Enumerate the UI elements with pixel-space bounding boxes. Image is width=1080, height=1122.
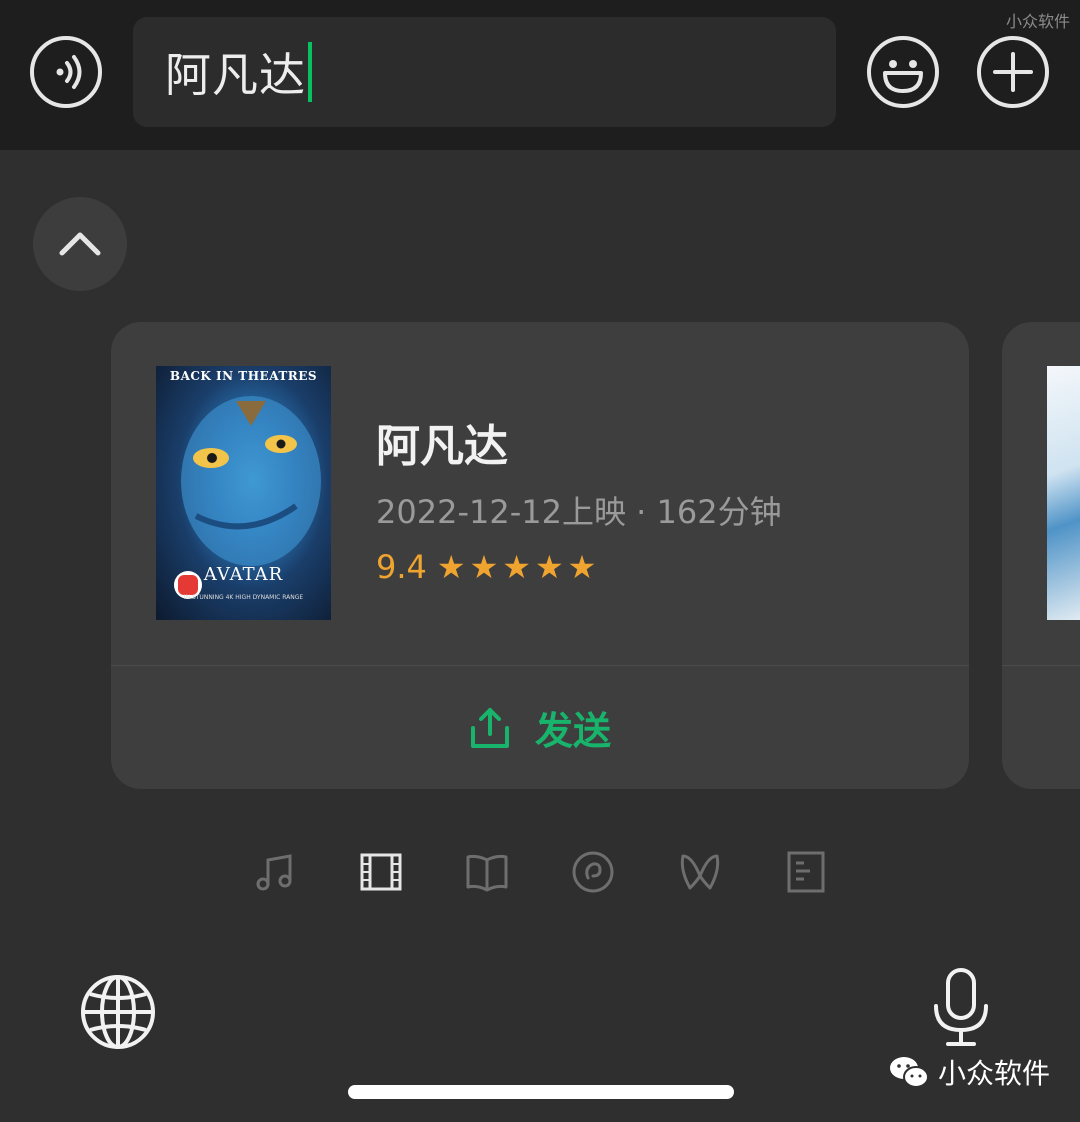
movie-poster: BACK IN THEATRES AVATAR IN STUNNING 4K H… xyxy=(156,366,331,620)
voice-wave-icon xyxy=(30,36,102,108)
tab-movie[interactable] xyxy=(357,848,405,896)
tab-podcast[interactable] xyxy=(569,848,617,896)
emoji-button[interactable] xyxy=(866,35,940,109)
home-indicator[interactable] xyxy=(348,1085,734,1099)
tab-channels[interactable] xyxy=(676,848,724,896)
chevron-up-icon xyxy=(59,232,101,256)
send-label: 发送 xyxy=(534,709,611,753)
wechat-logo-icon xyxy=(890,1057,929,1088)
rating-stars: ★★★★★ xyxy=(436,548,601,586)
message-input[interactable]: 阿凡达 xyxy=(133,17,836,127)
category-tabs xyxy=(250,848,830,898)
watermark-top: 小众软件 xyxy=(1005,12,1070,31)
watermark-bottom-text: 小众软件 xyxy=(938,1057,1051,1090)
microphone-icon xyxy=(934,968,988,1046)
music-note-icon xyxy=(256,854,292,891)
tab-music[interactable] xyxy=(250,848,298,896)
rating-score: 9.4 xyxy=(376,548,427,586)
share-upload-icon xyxy=(470,707,509,748)
input-bar: 阿凡达 小众软件 xyxy=(0,0,1080,150)
send-button[interactable]: 发送 xyxy=(111,666,969,789)
butterfly-icon xyxy=(680,854,720,890)
plus-icon xyxy=(977,36,1049,108)
collapse-button[interactable] xyxy=(33,197,127,291)
next-card-divider xyxy=(1002,665,1080,666)
tab-book[interactable] xyxy=(463,848,511,896)
tab-article[interactable] xyxy=(782,848,830,896)
emoji-face-icon xyxy=(867,36,939,108)
dictation-button[interactable] xyxy=(924,966,998,1050)
input-text: 阿凡达 xyxy=(165,48,306,102)
next-card-poster xyxy=(1047,366,1080,620)
watermark-bottom: 小众软件 xyxy=(888,1052,1050,1092)
document-icon xyxy=(787,851,825,893)
rating: 9.4 ★★★★★ xyxy=(376,548,600,586)
book-icon xyxy=(466,854,508,892)
movie-meta: 2022-12-12上映 · 162分钟 xyxy=(376,493,782,531)
text-caret xyxy=(308,42,312,102)
more-plus-button[interactable] xyxy=(976,35,1050,109)
globe-icon xyxy=(81,975,155,1049)
next-card-peek[interactable] xyxy=(1002,322,1080,789)
movie-card[interactable]: BACK IN THEATRES AVATAR IN STUNNING 4K H… xyxy=(111,322,969,789)
voice-input-button[interactable] xyxy=(29,35,103,109)
switch-keyboard-button[interactable] xyxy=(78,972,158,1052)
poster-subtitle: IN STUNNING 4K HIGH DYNAMIC RANGE xyxy=(183,594,304,601)
podcast-icon xyxy=(572,851,614,893)
film-icon xyxy=(360,853,402,891)
movie-title: 阿凡达 xyxy=(376,421,508,472)
poster-top-text: BACK IN THEATRES xyxy=(169,369,318,383)
poster-title: AVATAR xyxy=(203,564,284,585)
